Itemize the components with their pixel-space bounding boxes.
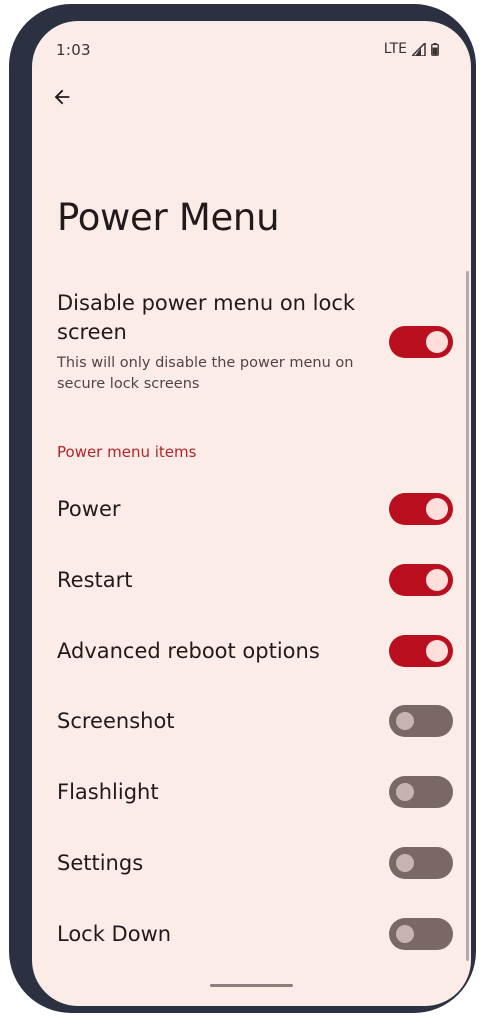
battery-icon	[431, 42, 439, 56]
power-menu-item[interactable]: Restart	[32, 550, 471, 610]
power-menu-item[interactable]: Lock Down	[32, 904, 471, 964]
power-menu-item-label: Restart	[57, 567, 133, 592]
device-frame: 1:03 LTE Power Menu Disable power menu o…	[9, 4, 476, 1013]
power-menu-item[interactable]: Screenshot	[32, 691, 471, 751]
power-menu-item[interactable]: Power	[32, 479, 471, 539]
power-menu-item-label: Flashlight	[57, 780, 159, 805]
power-menu-item[interactable]: Advanced reboot options	[32, 621, 471, 681]
lock-setting-summary: This will only disable the power menu on…	[57, 355, 354, 392]
power-menu-item-label: Power	[57, 497, 121, 521]
toggle-knob	[426, 568, 448, 591]
back-button[interactable]	[48, 83, 76, 111]
power-menu-item-toggle[interactable]	[389, 705, 453, 738]
status-time: 1:03	[56, 41, 91, 59]
power-menu-item-label: Screenshot	[57, 709, 175, 734]
network-type: LTE	[383, 41, 407, 57]
status-indicators: LTE	[384, 41, 439, 57]
power-menu-item[interactable]: Flashlight	[32, 762, 471, 822]
power-menu-item-toggle[interactable]	[389, 493, 453, 525]
toggle-knob	[426, 498, 448, 520]
signal-icon	[412, 42, 426, 56]
section-header: Power menu items	[57, 443, 197, 461]
toggle-knob	[396, 712, 414, 731]
arrow-back-icon	[54, 89, 70, 105]
power-menu-item-toggle[interactable]	[389, 563, 453, 596]
status-bar: 1:03 LTE	[32, 21, 471, 77]
lock-setting-title: Disable power menu on lock screen	[57, 291, 356, 344]
toggle-knob	[426, 639, 448, 662]
power-menu-item-toggle[interactable]	[389, 634, 453, 667]
power-menu-item-toggle[interactable]	[389, 776, 453, 809]
toggle-knob	[396, 783, 414, 802]
toggle-knob	[396, 924, 414, 943]
toggle-knob	[396, 854, 414, 872]
screen: 1:03 LTE Power Menu Disable power menu o…	[32, 21, 471, 1006]
lock-setting-toggle[interactable]	[389, 326, 453, 358]
power-menu-item-label: Lock Down	[57, 921, 172, 946]
power-menu-item-label: Settings	[57, 851, 144, 875]
power-menu-item-toggle[interactable]	[389, 847, 453, 879]
toggle-knob	[426, 331, 448, 353]
home-indicator[interactable]	[210, 984, 293, 987]
power-menu-item[interactable]: Settings	[32, 833, 471, 893]
scrollbar[interactable]	[466, 271, 469, 961]
power-menu-item-label: Advanced reboot options	[57, 638, 320, 663]
page-title: Power Menu	[57, 196, 280, 239]
power-menu-item-toggle[interactable]	[389, 917, 453, 950]
